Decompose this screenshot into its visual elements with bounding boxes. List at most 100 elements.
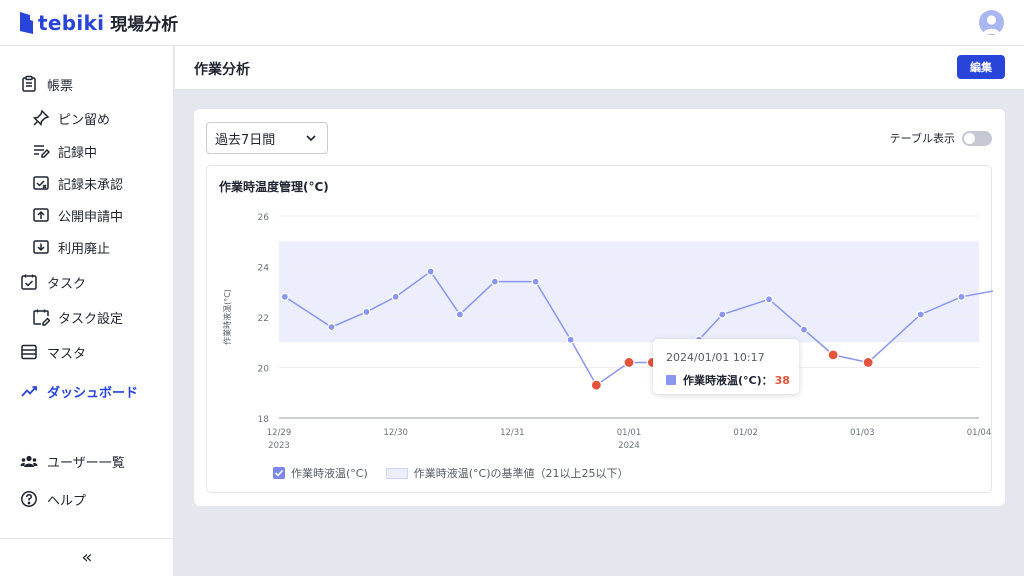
y-axis-label: 作業時液温(°C) <box>222 289 232 345</box>
table-view-label: テーブル表示 <box>889 132 955 145</box>
tooltip-row: 作業時液温(°C)： 38 <box>666 372 790 388</box>
data-point-out-of-range <box>827 349 839 361</box>
data-point <box>916 310 925 319</box>
toggle-knob <box>964 132 975 144</box>
double-chevron-left-icon: « <box>81 547 93 568</box>
table-view-toggle-group: テーブル表示 <box>890 130 992 146</box>
data-point-out-of-range <box>623 356 635 369</box>
tooltip-value: 38 <box>774 373 790 387</box>
sidebar-item-dashboard[interactable]: ダッシュボード <box>0 377 174 405</box>
data-point <box>566 335 575 344</box>
data-point <box>957 292 966 301</box>
data-point <box>531 277 540 286</box>
x-tick-year-label: 2023 <box>268 441 290 451</box>
sidebar-item-label: ダッシュボード <box>47 385 139 401</box>
data-point-out-of-range <box>590 379 602 391</box>
data-point <box>426 267 435 276</box>
sidebar-item-recording[interactable]: 記録中 <box>0 137 174 165</box>
page-title: 作業分析 <box>194 62 250 78</box>
legend-band-label: 作業時液温(°C)の基準値（21以上25以下） <box>413 467 629 480</box>
x-tick-label: 01/01 <box>617 428 642 438</box>
top-bar: tebiki 現場分析 <box>0 0 1024 46</box>
period-select-value: 過去7日間 <box>215 132 276 148</box>
sidebar-item-tasks[interactable]: タスク <box>0 268 174 296</box>
tooltip-time: 2024/01/01 10:17 <box>666 351 765 364</box>
approval-box-icon <box>33 176 49 190</box>
tooltip-series-swatch <box>666 375 676 385</box>
data-point <box>455 310 464 319</box>
page-header: 作業分析 編集 <box>175 46 1024 90</box>
pin-icon <box>32 109 50 127</box>
edit-button[interactable]: 編集 <box>957 55 1005 79</box>
edit-list-icon <box>34 145 50 158</box>
legend-band-swatch <box>385 467 408 479</box>
y-tick-label: 20 <box>258 365 270 375</box>
help-icon <box>21 491 37 507</box>
sidebar-item-master[interactable]: マスタ <box>0 338 174 366</box>
x-tick-label: 12/31 <box>500 428 525 438</box>
sidebar-item-label: 公開申請中 <box>58 209 124 225</box>
upload-box-icon <box>33 208 49 222</box>
checkmark-icon <box>274 469 284 477</box>
chart-legend: 作業時液温(°C) 作業時液温(°C)の基準値（21以上25以下） <box>273 465 629 481</box>
sidebar-item-label: 記録中 <box>58 145 98 161</box>
sidebar-item-label: マスタ <box>47 346 87 362</box>
data-point-out-of-range <box>862 356 874 369</box>
data-point <box>799 325 809 334</box>
data-point <box>362 307 371 317</box>
data-point <box>391 292 400 301</box>
x-tick-label: 01/02 <box>733 428 758 438</box>
user-icon <box>983 15 1000 34</box>
data-point <box>327 323 336 332</box>
y-tick-label: 24 <box>258 264 270 274</box>
sidebar-item-forms[interactable]: 帳票 <box>0 70 174 98</box>
sidebar: 帳票 ピン留め 記録中 記録未承認 公開申請中 利用廃止 タスク タスク設定 マ… <box>0 46 174 576</box>
x-tick-label: 12/30 <box>383 428 408 438</box>
sidebar-item-publish-request[interactable]: 公開申請中 <box>0 201 174 229</box>
sidebar-item-label: ユーザー一覧 <box>47 455 125 471</box>
data-point <box>764 295 774 304</box>
clipboard-icon <box>22 75 36 92</box>
x-tick-year-label: 2024 <box>618 441 640 451</box>
sidebar-collapse-button[interactable]: « <box>0 538 174 576</box>
calendar-check-icon <box>21 274 37 290</box>
legend-series-checkbox[interactable] <box>273 467 285 479</box>
tooltip-series-label: 作業時液温(°C)： <box>683 374 773 387</box>
sidebar-item-pinned[interactable]: ピン留め <box>0 104 174 132</box>
sidebar-item-discontinued[interactable]: 利用廃止 <box>0 233 174 261</box>
sidebar-item-users[interactable]: ユーザー一覧 <box>0 447 174 475</box>
y-tick-label: 26 <box>258 213 270 223</box>
sidebar-item-label: 帳票 <box>47 78 74 94</box>
table-icon <box>21 344 37 360</box>
sidebar-item-label: 利用廃止 <box>58 241 111 257</box>
app-logo[interactable]: tebiki 現場分析 <box>19 10 178 35</box>
sidebar-item-help[interactable]: ヘルプ <box>0 485 174 513</box>
chart-tooltip: 2024/01/01 10:17 作業時液温(°C)： 38 <box>653 339 799 394</box>
tebiki-logo-icon <box>20 11 33 34</box>
sidebar-item-label: ヘルプ <box>47 493 87 509</box>
period-select[interactable]: 過去7日間 <box>206 122 328 154</box>
sidebar-item-label: 記録未承認 <box>58 177 124 193</box>
trend-chart-icon <box>21 386 37 397</box>
sidebar-item-task-settings[interactable]: タスク設定 <box>0 303 174 331</box>
data-point <box>280 292 289 301</box>
y-tick-label: 22 <box>258 314 269 324</box>
legend-series-label: 作業時液温(°C) <box>291 467 368 480</box>
section-name: 現場分析 <box>110 15 179 35</box>
data-point <box>490 277 499 286</box>
reference-band <box>279 241 979 343</box>
table-view-toggle[interactable] <box>962 130 992 146</box>
chart-panel: 作業時温度管理(°C) 18 20 22 24 26 作業時液温(°C) 12/29 2023… <box>206 165 993 493</box>
user-avatar[interactable] <box>979 10 1004 35</box>
calendar-edit-icon <box>33 309 50 326</box>
y-tick-label: 18 <box>258 415 270 425</box>
archive-icon <box>33 240 49 254</box>
temperature-line-chart: 18 20 22 24 26 作業時液温(°C) 12/29 2023 12/30 12/31 01… <box>222 213 993 451</box>
x-tick-label: 12/29 <box>267 428 292 438</box>
x-tick-label: 01/04 <box>967 428 992 438</box>
sidebar-item-unapproved[interactable]: 記録未承認 <box>0 169 174 197</box>
sidebar-item-label: タスク設定 <box>58 311 124 327</box>
brand-name: tebiki <box>38 10 105 35</box>
data-point <box>718 310 727 319</box>
sidebar-item-label: ピン留め <box>58 112 111 128</box>
